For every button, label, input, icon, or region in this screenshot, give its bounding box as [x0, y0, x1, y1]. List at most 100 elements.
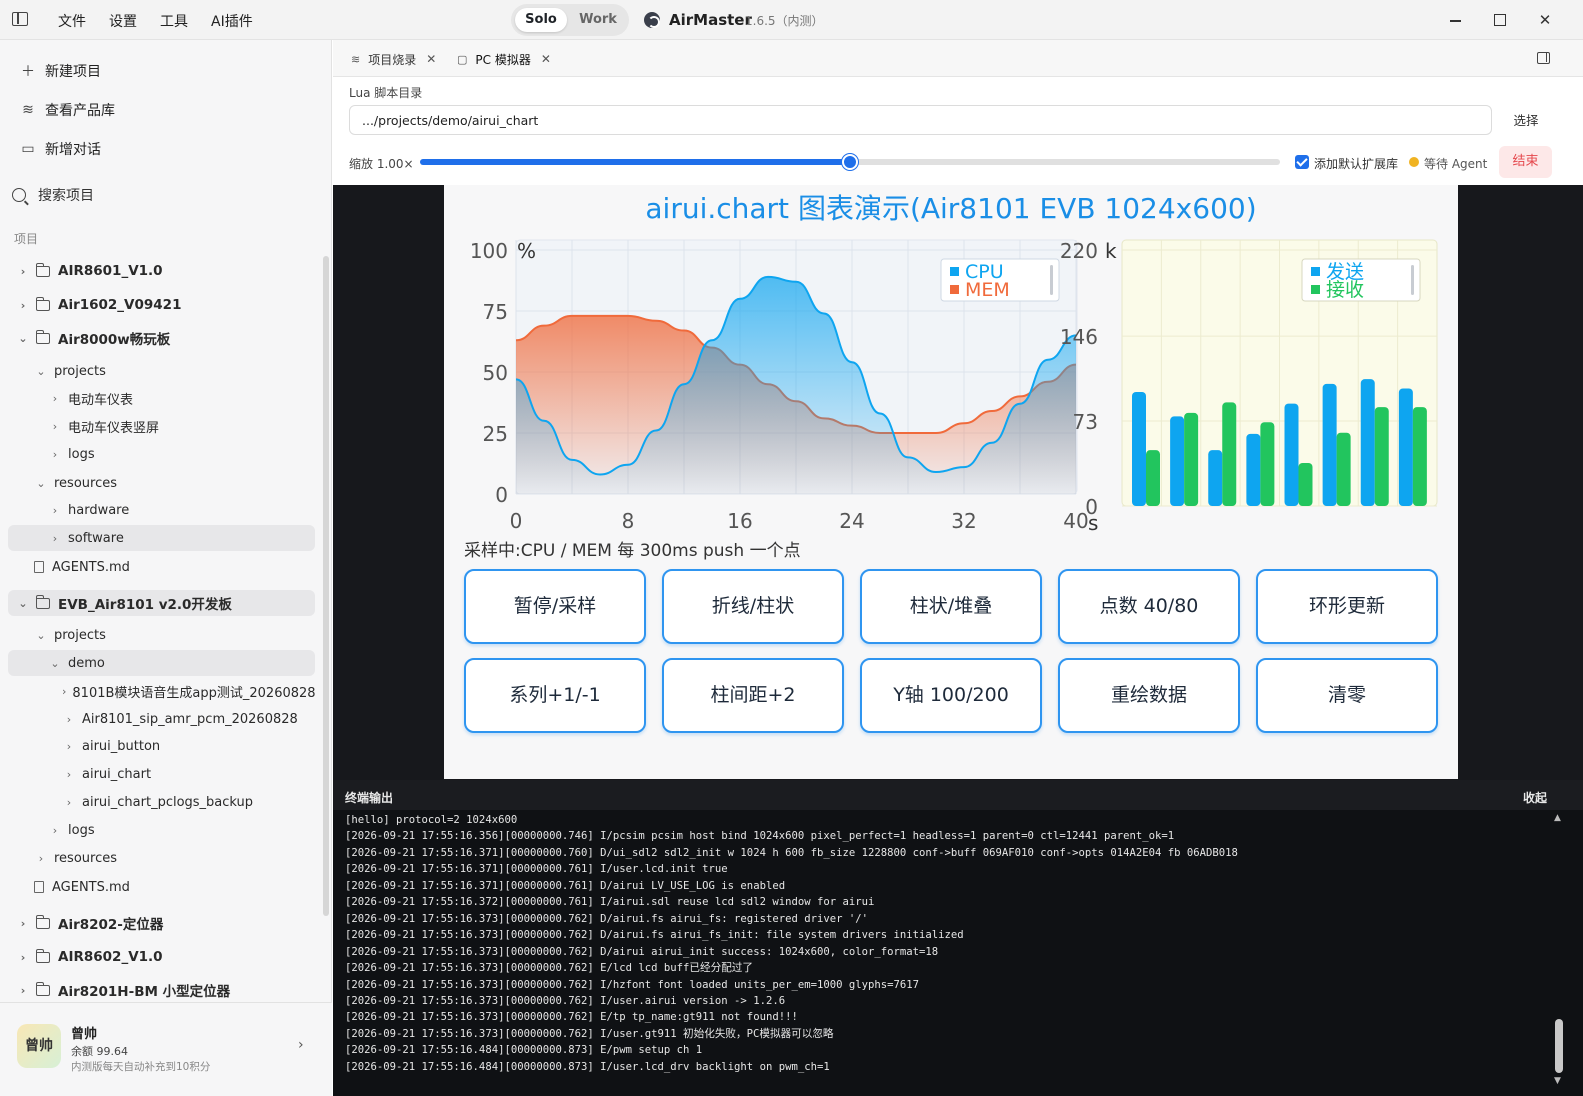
tree-folder[interactable]: › Air8101_sip_amr_pcm_20260828	[8, 706, 315, 732]
tree-folder[interactable]: › Air8201H-BM 小型定位器	[8, 977, 315, 1003]
close-tab-icon[interactable]: ✕	[541, 52, 551, 66]
chevron-down-icon[interactable]: ⌄	[16, 332, 30, 345]
scroll-up-icon[interactable]: ▲	[1554, 813, 1561, 823]
chevron-right-icon[interactable]: ›	[48, 504, 62, 517]
chevron-down-icon[interactable]: ⌄	[48, 657, 62, 670]
sim-button[interactable]: 点数 40/80	[1058, 569, 1240, 644]
tree-file[interactable]: AGENTS.md	[8, 874, 315, 900]
sim-button[interactable]: 环形更新	[1256, 569, 1438, 644]
mode-work-button[interactable]: Work	[573, 8, 623, 32]
chevron-right-icon[interactable]: ›	[48, 448, 62, 461]
chevron-down-icon[interactable]: ⌄	[16, 597, 30, 610]
close-icon[interactable]: ✕	[1533, 8, 1557, 32]
default-ext-checkbox[interactable]	[1295, 155, 1309, 169]
tree-folder[interactable]: › Air1602_V09421	[8, 292, 315, 318]
bar-receive	[1146, 450, 1160, 506]
tree-folder[interactable]: ⌄ Air8000w畅玩板	[8, 325, 315, 351]
tree-folder[interactable]: › resources	[8, 845, 315, 871]
tree-folder[interactable]: ⌄ demo	[8, 650, 315, 676]
terminal-scrollbar[interactable]	[1555, 1019, 1563, 1073]
end-button[interactable]: 结束	[1499, 146, 1552, 178]
terminal-line: [2026-09-21 17:55:16.373][00000000.762] …	[345, 994, 786, 1007]
minimize-icon[interactable]	[1444, 8, 1468, 32]
tree-folder[interactable]: › hardware	[8, 497, 315, 523]
chevron-down-icon[interactable]: ⌄	[34, 629, 48, 642]
zoom-slider-thumb[interactable]	[842, 154, 858, 170]
tree-folder[interactable]: › airui_chart	[8, 761, 315, 787]
terminal-collapse-button[interactable]: 收起	[1523, 789, 1547, 806]
tree-folder[interactable]: › Air8202-定位器	[8, 910, 315, 936]
sim-button[interactable]: 柱间距+2	[662, 658, 844, 733]
chevron-right-icon[interactable]: ›	[16, 984, 30, 997]
chevron-right-icon[interactable]: ›	[48, 824, 62, 837]
tree-folder[interactable]: › 电动车仪表	[8, 385, 315, 411]
user-card[interactable]: 曾帅 曾帅 余额 99.64 内测版每天自动补充到10积分 ›	[0, 1002, 332, 1096]
chevron-right-icon[interactable]: ›	[62, 740, 76, 753]
tree-folder[interactable]: ⌄ resources	[8, 470, 315, 496]
panel-toggle-icon[interactable]	[1537, 52, 1550, 64]
chevron-down-icon[interactable]: ⌄	[34, 365, 48, 378]
tree-folder[interactable]: › 8101B模块语音生成app测试_20260828	[8, 678, 316, 704]
menu-file[interactable]: 文件	[58, 11, 86, 31]
sidebar-scrollbar[interactable]	[323, 256, 329, 916]
y-tick-label: 50	[483, 361, 508, 385]
tree-item-label: airui_button	[82, 738, 161, 754]
tree-folder[interactable]: › AIR8602_V1.0	[8, 944, 315, 970]
tree-folder[interactable]: ⌄ projects	[8, 358, 315, 384]
tree-item-label: EVB_Air8101 v2.0开发板	[58, 597, 232, 613]
sim-button[interactable]: 系列+1/-1	[464, 658, 646, 733]
mode-solo-button[interactable]: Solo	[515, 8, 567, 32]
chevron-right-icon[interactable]: ›	[62, 713, 76, 726]
tree-folder[interactable]: › AIR8601_V1.0	[8, 258, 315, 284]
sim-button[interactable]: 清零	[1256, 658, 1438, 733]
chevron-right-icon[interactable]: ›	[34, 852, 48, 865]
chevron-right-icon[interactable]: ›	[62, 768, 76, 781]
tree-folder[interactable]: ⌄ projects	[8, 622, 315, 648]
terminal-line: [2026-09-21 17:55:16.356][00000000.746] …	[345, 830, 1175, 843]
sim-button[interactable]: 重绘数据	[1058, 658, 1240, 733]
sidebar-toggle-icon[interactable]	[12, 12, 28, 26]
chevron-right-icon[interactable]: ›	[16, 917, 30, 930]
sim-button[interactable]: 柱状/堆叠	[860, 569, 1042, 644]
zoom-slider[interactable]	[420, 154, 1280, 170]
tree-folder[interactable]: ⌄ EVB_Air8101 v2.0开发板	[8, 590, 315, 616]
new-project-button[interactable]: ＋ 新建项目	[20, 59, 101, 83]
chevron-right-icon[interactable]: ›	[16, 951, 30, 964]
tab-pc-simulator[interactable]: ▢ PC 模拟器 ✕	[457, 48, 551, 70]
sim-button[interactable]: 折线/柱状	[662, 569, 844, 644]
search-projects-button[interactable]: 搜索项目	[12, 185, 94, 205]
tab-project-flash[interactable]: ≋ 项目烧录 ✕	[351, 48, 436, 70]
chevron-right-icon[interactable]: ›	[48, 532, 62, 545]
lua-dir-input[interactable]	[349, 105, 1492, 135]
legend-scrollbar	[1411, 265, 1414, 295]
menu-settings[interactable]: 设置	[109, 11, 137, 31]
scroll-down-icon[interactable]: ▼	[1554, 1076, 1561, 1086]
chevron-right-icon[interactable]: ›	[48, 392, 62, 405]
chevron-right-icon[interactable]: ›	[16, 265, 30, 278]
sim-button[interactable]: 暂停/采样	[464, 569, 646, 644]
chevron-right-icon[interactable]: ›	[62, 685, 66, 698]
tree-folder[interactable]: › 电动车仪表竖屏	[8, 413, 315, 439]
bar-receive	[1374, 407, 1389, 506]
tree-folder[interactable]: › airui_button	[8, 733, 315, 759]
tree-folder[interactable]: › logs	[8, 441, 315, 467]
legend-scrollbar	[1050, 265, 1053, 295]
product-library-button[interactable]: ≋ 查看产品库	[20, 98, 115, 122]
simulator-screen[interactable]: airui.chart 图表演示(Air8101 EVB 1024x600) 0…	[444, 185, 1458, 779]
tree-file[interactable]: AGENTS.md	[8, 554, 315, 580]
menu-ai-plugins[interactable]: AI插件	[211, 11, 253, 31]
chevron-right-icon[interactable]: ›	[48, 420, 62, 433]
chevron-down-icon[interactable]: ⌄	[34, 477, 48, 490]
chevron-right-icon[interactable]: ›	[16, 299, 30, 312]
maximize-icon[interactable]	[1488, 8, 1512, 32]
tree-folder[interactable]: › airui_chart_pclogs_backup	[8, 789, 315, 815]
new-chat-button[interactable]: ▭ 新增对话	[20, 137, 101, 161]
choose-dir-button[interactable]: 选择	[1505, 110, 1547, 132]
menu-tools[interactable]: 工具	[160, 11, 188, 31]
tree-folder[interactable]: › software	[8, 525, 315, 551]
tree-item-label: resources	[54, 850, 118, 866]
sim-button[interactable]: Y轴 100/200	[860, 658, 1042, 733]
close-tab-icon[interactable]: ✕	[426, 52, 436, 66]
chevron-right-icon[interactable]: ›	[62, 796, 76, 809]
tree-folder[interactable]: › logs	[8, 817, 315, 843]
